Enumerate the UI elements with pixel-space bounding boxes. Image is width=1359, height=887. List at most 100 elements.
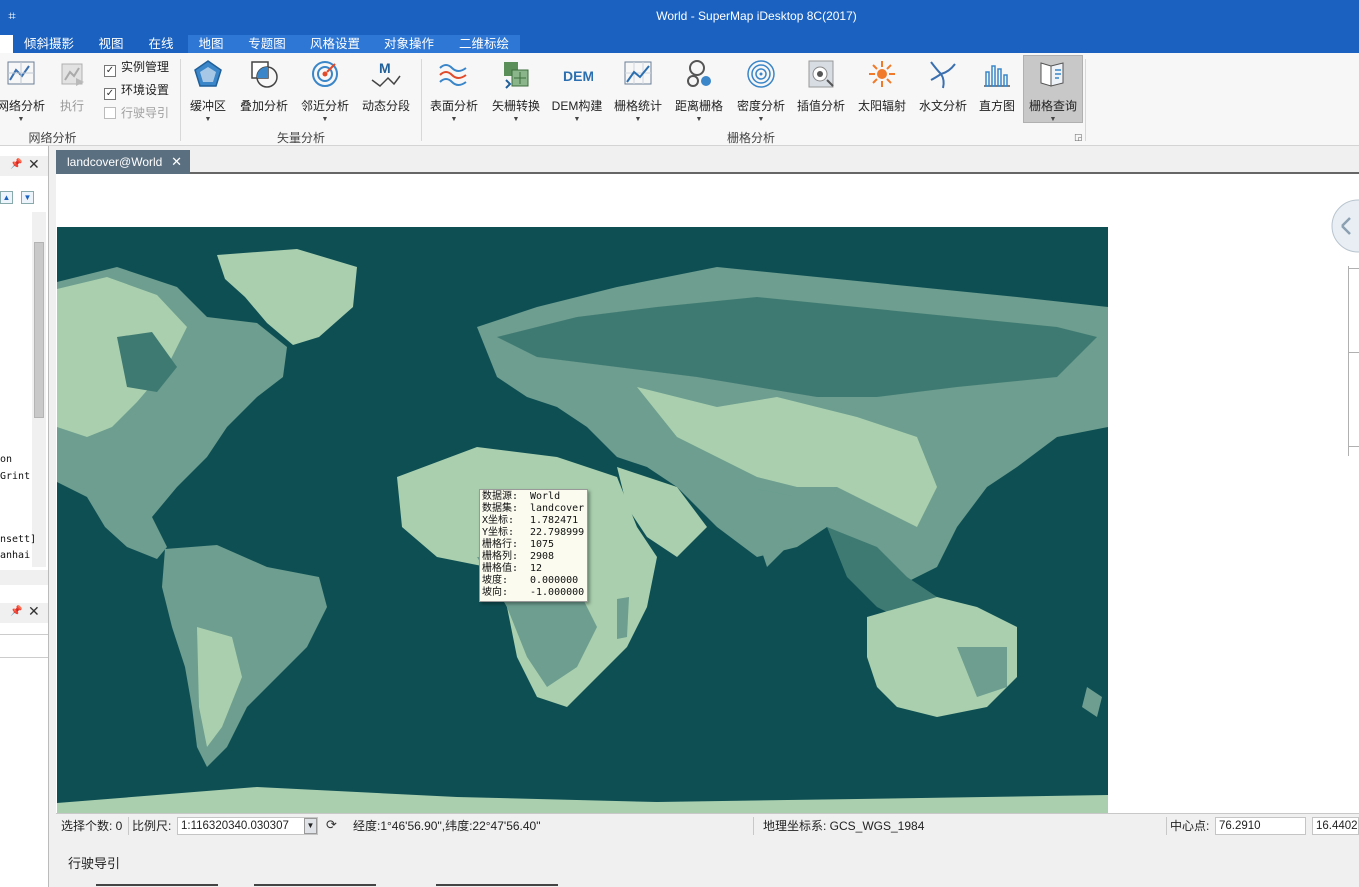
overlay-analysis-button[interactable]: 叠加分析 (237, 56, 291, 120)
tooltip-key: 坡向: (482, 587, 509, 598)
window-title: World - SuperMap iDesktop 8C(2017) (656, 9, 857, 23)
horizontal-scrollbar[interactable] (0, 570, 48, 585)
zoom-slider[interactable] (1348, 266, 1359, 456)
dropdown-arrow-icon: ▼ (695, 116, 703, 123)
ribbon: 网络分析 ▼ 执行 ✓ 实例管理 ✓ 环境设置 行驶导引 网络分析 缓冲区 ▼ (0, 53, 1359, 146)
tab-hidden-left[interactable] (0, 35, 13, 53)
dynamic-segmentation-button[interactable]: M 动态分段 (359, 56, 413, 120)
close-icon[interactable]: ✕ (28, 156, 40, 173)
pin-icon[interactable]: 📌 (10, 159, 22, 170)
close-icon[interactable]: ✕ (28, 603, 40, 620)
group-divider (421, 59, 422, 141)
tab-style-settings[interactable]: 风格设置 (300, 35, 370, 53)
map-document-tab[interactable]: landcover@World ✕ (56, 150, 190, 174)
buffer-label: 缓冲区 (189, 99, 226, 113)
tree-item[interactable]: Grint (0, 471, 30, 482)
map-view[interactable] (56, 174, 1359, 813)
distance-raster-button[interactable]: 距离栅格 ▼ (671, 56, 727, 123)
density-analysis-button[interactable]: 密度分析 ▼ (733, 56, 789, 123)
scale-dropdown-icon[interactable]: ▼ (304, 818, 317, 834)
overlay-analysis-icon (251, 61, 278, 88)
run-label: 执行 (59, 99, 84, 113)
tab-map[interactable]: 地图 (188, 35, 234, 53)
environment-settings-checkbox[interactable]: ✓ 环境设置 (104, 81, 169, 100)
tab-view[interactable]: 视图 (89, 35, 133, 53)
dropdown-arrow-icon: ▼ (573, 116, 581, 123)
scroll-down-icon[interactable]: ▼ (21, 191, 34, 204)
dropdown-arrow-icon: ▼ (450, 116, 458, 123)
center-y-input[interactable]: 16.4402 (1312, 817, 1359, 835)
solar-radiation-button[interactable]: 太阳辐射 (854, 56, 910, 120)
tab-2d-plotting[interactable]: 二维标绘 (448, 35, 520, 53)
scrollbar-thumb[interactable] (34, 242, 44, 418)
dropdown-arrow-icon: ▼ (1049, 116, 1057, 123)
center-point-label: 中心点: (1170, 819, 1210, 833)
raster-statistics-label: 栅格统计 (613, 99, 662, 113)
surface-analysis-button[interactable]: 表面分析 ▼ (426, 56, 482, 123)
zoom-tick (1348, 446, 1359, 447)
buffer-button[interactable]: 缓冲区 ▼ (185, 56, 231, 123)
workspace-scrollbar[interactable] (32, 212, 46, 567)
drive-guide-checkbox[interactable]: 行驶导引 (104, 104, 169, 122)
tab-online[interactable]: 在线 (141, 35, 181, 53)
check-icon: ✓ (104, 65, 116, 77)
scale-input[interactable]: 1:116320340.030307 (177, 817, 318, 835)
map-navigation-control[interactable] (1328, 196, 1359, 256)
run-icon (61, 63, 84, 86)
panel-tab-underline (436, 884, 558, 886)
buffer-icon (194, 60, 222, 87)
tab-oblique-photography[interactable]: 倾斜摄影 (15, 35, 83, 53)
instance-management-checkbox[interactable]: ✓ 实例管理 (104, 58, 169, 77)
status-bar: 选择个数: 0 比例尺: 1:116320340.030307 ▼ ⟳ 经度:1… (56, 813, 1359, 838)
center-x-input[interactable]: 76.2910 (1215, 817, 1306, 835)
tree-item[interactable]: on (0, 454, 12, 465)
dropdown-arrow-icon: ▼ (757, 116, 765, 123)
proximity-analysis-button[interactable]: 邻近分析 ▼ (298, 56, 352, 123)
interpolation-analysis-label: 插值分析 (796, 99, 845, 113)
tooltip-row: 数据集: landcover (482, 503, 585, 515)
solar-radiation-label: 太阳辐射 (857, 99, 906, 113)
refresh-icon[interactable]: ⟳ (326, 817, 337, 833)
tooltip-value: 12 (530, 563, 543, 574)
tab-thematic-map[interactable]: 专题图 (234, 35, 300, 53)
raster-query-icon (1040, 62, 1064, 87)
raster-analysis-group-label: 栅格分析 (726, 131, 775, 145)
histogram-button[interactable]: 直方图 (975, 56, 1019, 120)
histogram-label: 直方图 (978, 99, 1015, 113)
density-analysis-icon (747, 60, 775, 88)
tree-item[interactable]: anhai (0, 550, 30, 561)
document-tab-strip: landcover@World ✕ (56, 146, 1359, 174)
scale-label: 比例尺: (132, 819, 172, 833)
network-analysis-label: 网络分析 (0, 99, 45, 113)
tooltip-value: -1.000000 (530, 587, 585, 598)
svg-text:M: M (379, 60, 391, 76)
dialog-launcher-icon[interactable]: ◲ (1074, 132, 1083, 143)
run-button[interactable]: 执行 (52, 56, 92, 120)
interpolation-analysis-button[interactable]: 插值分析 (794, 56, 848, 120)
vector-raster-conversion-label: 矢栅转换 (491, 99, 540, 113)
surface-analysis-icon (439, 64, 467, 86)
dem-build-button[interactable]: DEM DEM构建 ▼ (550, 56, 604, 123)
check-icon: ✓ (104, 88, 116, 100)
tooltip-value: 0.000000 (530, 575, 579, 586)
network-analysis-group-label: 网络分析 (28, 131, 77, 145)
raster-statistics-icon (624, 61, 652, 85)
pin-icon[interactable]: 📌 (10, 606, 22, 617)
raster-query-button[interactable]: 栅格查询 ▼ (1023, 55, 1083, 123)
scroll-up-icon[interactable]: ▲ (0, 191, 13, 204)
close-icon[interactable]: ✕ (171, 150, 182, 174)
tooltip-key: 数据集: (482, 503, 519, 514)
vector-raster-conversion-button[interactable]: 矢栅转换 ▼ (488, 56, 544, 123)
layer-list[interactable] (0, 634, 48, 658)
tree-item[interactable]: nsett] (0, 534, 36, 545)
hydrology-analysis-button[interactable]: 水文分析 (915, 56, 971, 120)
dropdown-arrow-icon: ▼ (204, 116, 212, 123)
drive-guide-label: 行驶导引 (121, 106, 170, 120)
group-divider (180, 59, 181, 141)
map-document-tab-label: landcover@World (67, 155, 163, 169)
network-analysis-button[interactable]: 网络分析 ▼ (0, 56, 46, 123)
tab-object-operations[interactable]: 对象操作 (370, 35, 448, 53)
raster-statistics-button[interactable]: 栅格统计 ▼ (610, 56, 666, 123)
drive-guide-panel: 行驶导引 (56, 838, 1359, 887)
tooltip-key: 坡度: (482, 575, 509, 586)
